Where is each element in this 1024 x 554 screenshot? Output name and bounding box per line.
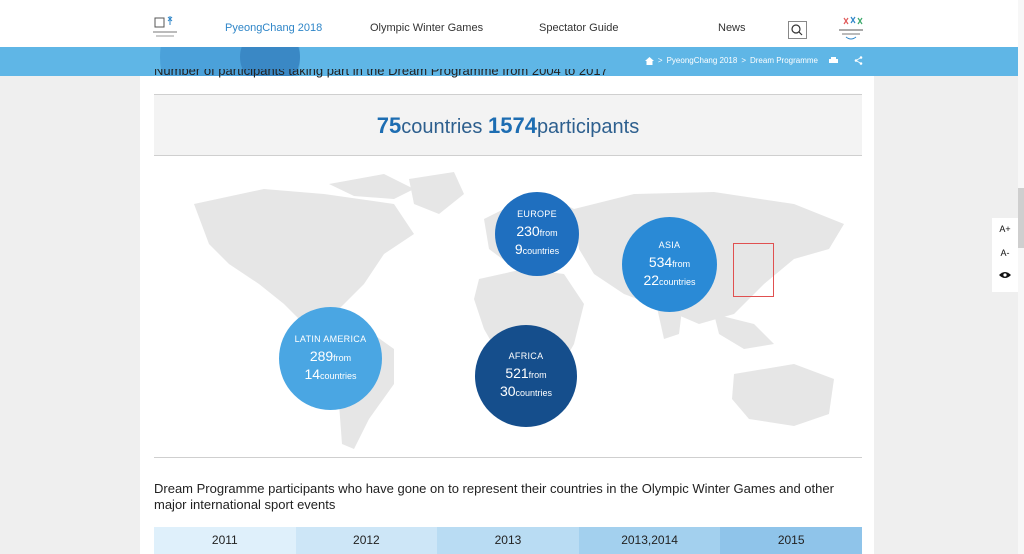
region-participants: 289 [309,347,334,364]
section-description: Dream Programme participants who have go… [154,481,834,512]
region-from-label: from [528,370,547,380]
region-bubble-europe[interactable]: EUROPE 230from 9countries [495,192,579,276]
section-heading-cut: Number of participants taking part in th… [154,69,608,78]
paralympic-logo[interactable] [836,15,866,43]
region-countries: 22 [643,271,660,288]
region-countries-label: countries [522,246,560,256]
nav-news[interactable]: News [718,22,746,34]
region-name: ASIA [658,239,681,250]
accessibility-tools: A+ A- [992,218,1018,292]
share-icon[interactable] [854,56,863,65]
search-icon [791,24,803,36]
nav-spectator-guide[interactable]: Spectator Guide [539,22,619,34]
region-participants: 230 [516,223,540,239]
region-countries: 30 [499,383,516,399]
korea-highlight-box [733,243,774,297]
breadcrumb-separator: > [741,56,746,65]
region-participants: 521 [505,365,529,381]
tab-year-2013[interactable]: 2013 [437,527,579,554]
region-countries-label: countries [320,370,357,381]
region-name: EUROPE [517,209,557,219]
total-participants-number: 1574 [487,113,537,138]
breadcrumb-separator: > [657,56,663,65]
tab-year-2011[interactable]: 2011 [154,527,296,554]
total-participants-label: participants [536,116,640,138]
region-name: AFRICA [508,351,544,361]
region-participants: 534 [648,253,673,270]
region-from-label: from [333,352,352,363]
region-countries: 14 [304,365,321,382]
totals-banner: 75countries 1574participants [154,94,862,156]
home-icon[interactable] [644,56,654,65]
contrast-toggle-button[interactable] [992,271,1018,281]
region-bubble-africa[interactable]: AFRICA 521from 30countries [475,325,577,427]
region-from-label: from [672,258,691,269]
tab-year-2013-2014[interactable]: 2013,2014 [578,527,721,554]
pyeongchang-logo[interactable] [152,15,178,43]
total-countries-number: 75 [376,113,402,138]
font-increase-button[interactable]: A+ [992,224,1018,234]
search-button[interactable] [788,21,807,39]
region-countries-label: countries [659,276,696,287]
tab-year-2015[interactable]: 2015 [720,527,862,554]
nav-olympic-winter-games[interactable]: Olympic Winter Games [370,22,483,34]
breadcrumb-item-pyeongchang[interactable]: PyeongChang 2018 [667,56,738,65]
breadcrumb: > PyeongChang 2018 > Dream Programme [644,56,863,65]
scrollbar-thumb[interactable] [1018,188,1024,248]
region-name: LATIN AMERICA [294,333,367,344]
breadcrumb-item-dream-programme[interactable]: Dream Programme [750,56,818,65]
map-divider [154,457,862,458]
year-tabs: 2011 2012 2013 2013,2014 2015 [154,527,862,554]
page-scrollbar[interactable] [1018,0,1024,554]
eye-icon [999,272,1011,278]
print-icon[interactable] [828,56,850,65]
top-navigation: PyeongChang 2018 Olympic Winter Games Sp… [0,0,1024,47]
nav-brand-link[interactable]: PyeongChang 2018 [225,22,322,34]
total-countries-label: countries [401,116,483,138]
region-bubble-latin-america[interactable]: LATIN AMERICA 289from 14countries [279,307,382,410]
tab-year-2012[interactable]: 2012 [295,527,438,554]
region-from-label: from [539,228,558,238]
region-bubble-asia[interactable]: ASIA 534from 22countries [622,217,717,312]
font-decrease-button[interactable]: A- [992,248,1018,258]
region-countries-label: countries [515,388,553,398]
region-countries: 9 [514,241,523,257]
